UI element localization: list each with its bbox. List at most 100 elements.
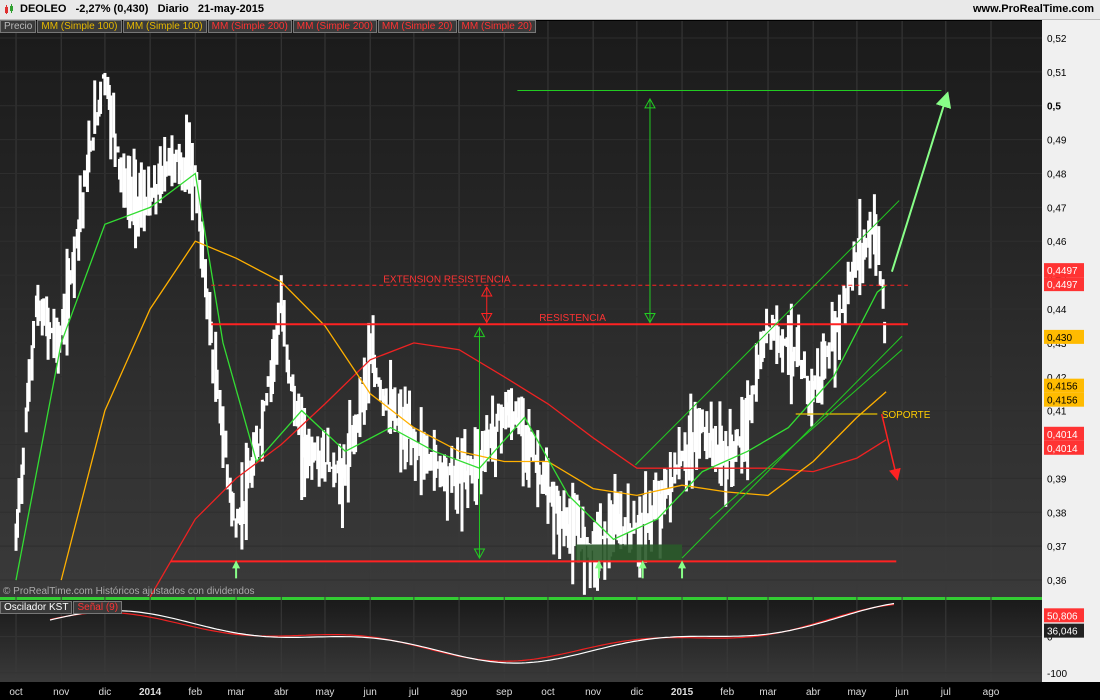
- price-bar: [139, 162, 143, 228]
- price-bar: [81, 192, 85, 229]
- price-bar: [807, 380, 811, 416]
- legend-item-5[interactable]: MM (Simple 20): [377, 20, 457, 33]
- legend-item-4[interactable]: MM (Simple 200): [292, 20, 377, 33]
- price-bar: [772, 319, 776, 341]
- x-tick-label: abr: [274, 687, 289, 698]
- price-bar: [256, 443, 260, 457]
- price-bar: [711, 428, 715, 467]
- price-bar: [664, 469, 668, 499]
- x-tick-label: sep: [496, 687, 513, 698]
- price-bar: [32, 320, 36, 349]
- price-bar: [690, 432, 694, 489]
- price-badge-label: 0,430: [1047, 333, 1072, 344]
- price-bar: [552, 481, 556, 555]
- price-bar: [429, 451, 433, 471]
- price-bar: [705, 411, 709, 460]
- price-badge-label: 0,4014: [1047, 430, 1078, 441]
- price-bar: [496, 403, 500, 421]
- y-tick-label: 0,46: [1047, 237, 1067, 248]
- price-bar: [144, 196, 148, 216]
- price-bar: [201, 221, 205, 278]
- price-bar: [877, 226, 881, 265]
- price-bar: [103, 72, 107, 96]
- price-bar: [440, 462, 444, 487]
- x-tick-label: ago: [983, 687, 1000, 698]
- price-bar: [317, 450, 321, 487]
- price-bar: [797, 314, 801, 366]
- kst-legend-item-1[interactable]: Señal (9): [73, 601, 123, 614]
- price-bar: [445, 466, 449, 521]
- price-bar: [853, 252, 857, 278]
- price-bar: [623, 517, 627, 547]
- price-bar: [827, 342, 831, 369]
- copyright-note: © ProRealTime.com Históricos ajustados c…: [3, 586, 255, 597]
- kst-tick-label: -100: [1047, 669, 1067, 680]
- chart-date: 21-may-2015: [197, 3, 264, 15]
- price-bar: [154, 184, 158, 215]
- price-bar: [221, 406, 225, 468]
- x-tick-label: jun: [362, 687, 376, 698]
- price-bar: [83, 170, 87, 187]
- kst-badge-label: 50,806: [1047, 611, 1078, 622]
- price-bar: [160, 165, 164, 195]
- price-bar: [113, 133, 117, 167]
- price-bar: [218, 389, 222, 424]
- price-bar: [868, 211, 872, 269]
- price-bar: [415, 442, 419, 461]
- legend-item-1[interactable]: MM (Simple 100): [37, 20, 122, 33]
- price-bar: [174, 149, 178, 163]
- price-bar: [725, 446, 729, 480]
- price-bar: [858, 198, 862, 296]
- price-bar: [735, 429, 739, 446]
- kst-legend-item-0[interactable]: Oscilador KST: [0, 601, 73, 614]
- legend-item-2[interactable]: MM (Simple 100): [122, 20, 207, 33]
- price-bar: [72, 236, 76, 299]
- price-bar: [215, 369, 219, 399]
- price-bar: [562, 490, 566, 547]
- kst-panel-background: [0, 600, 1042, 682]
- price-bar: [470, 459, 474, 484]
- x-tick-label: oct: [541, 687, 555, 698]
- price-badge-label: 0,4156: [1047, 396, 1078, 407]
- price-bar: [456, 437, 460, 514]
- price-bar: [419, 407, 423, 496]
- price-bar: [399, 389, 403, 473]
- y-tick-label: 0,49: [1047, 136, 1067, 147]
- ticker: DEOLEO: [20, 3, 67, 15]
- price-bar: [211, 349, 215, 384]
- price-bar: [537, 464, 541, 485]
- price-bar: [78, 175, 82, 233]
- price-bar: [660, 480, 664, 529]
- period: Diario: [157, 3, 189, 15]
- site-url[interactable]: www.ProRealTime.com: [973, 3, 1094, 15]
- price-bar: [66, 258, 70, 319]
- price-bar: [170, 135, 174, 187]
- annotation-label: RESISTENCIA: [539, 313, 606, 324]
- price-bar: [358, 377, 362, 438]
- legend-item-6[interactable]: MM (Simple 20): [457, 20, 537, 33]
- price-bar: [48, 322, 52, 340]
- legend-item-3[interactable]: MM (Simple 200): [207, 20, 292, 33]
- price-bar: [276, 302, 280, 335]
- price-bar: [776, 326, 780, 353]
- y-tick-label: 0,52: [1047, 34, 1067, 45]
- price-bar: [700, 409, 704, 433]
- price-bar: [619, 491, 623, 550]
- price-bar: [751, 385, 755, 395]
- y-tick-label: 0,41: [1047, 407, 1067, 418]
- price-bar: [409, 426, 413, 466]
- price-badge-label: 0,4014: [1047, 444, 1078, 455]
- x-tick-label: oct: [9, 687, 23, 698]
- price-bar: [88, 140, 92, 152]
- price-bar: [517, 397, 521, 435]
- price-bar: [507, 389, 511, 428]
- price-bar: [190, 142, 194, 221]
- price-bar: [813, 375, 817, 390]
- y-tick-label: 0,48: [1047, 169, 1067, 180]
- price-bar: [313, 442, 317, 461]
- price-bar: [27, 359, 31, 402]
- legend-item-0[interactable]: Precio: [0, 20, 37, 33]
- price-bar: [670, 476, 674, 493]
- price-bar: [262, 401, 266, 412]
- price-bar: [150, 187, 154, 202]
